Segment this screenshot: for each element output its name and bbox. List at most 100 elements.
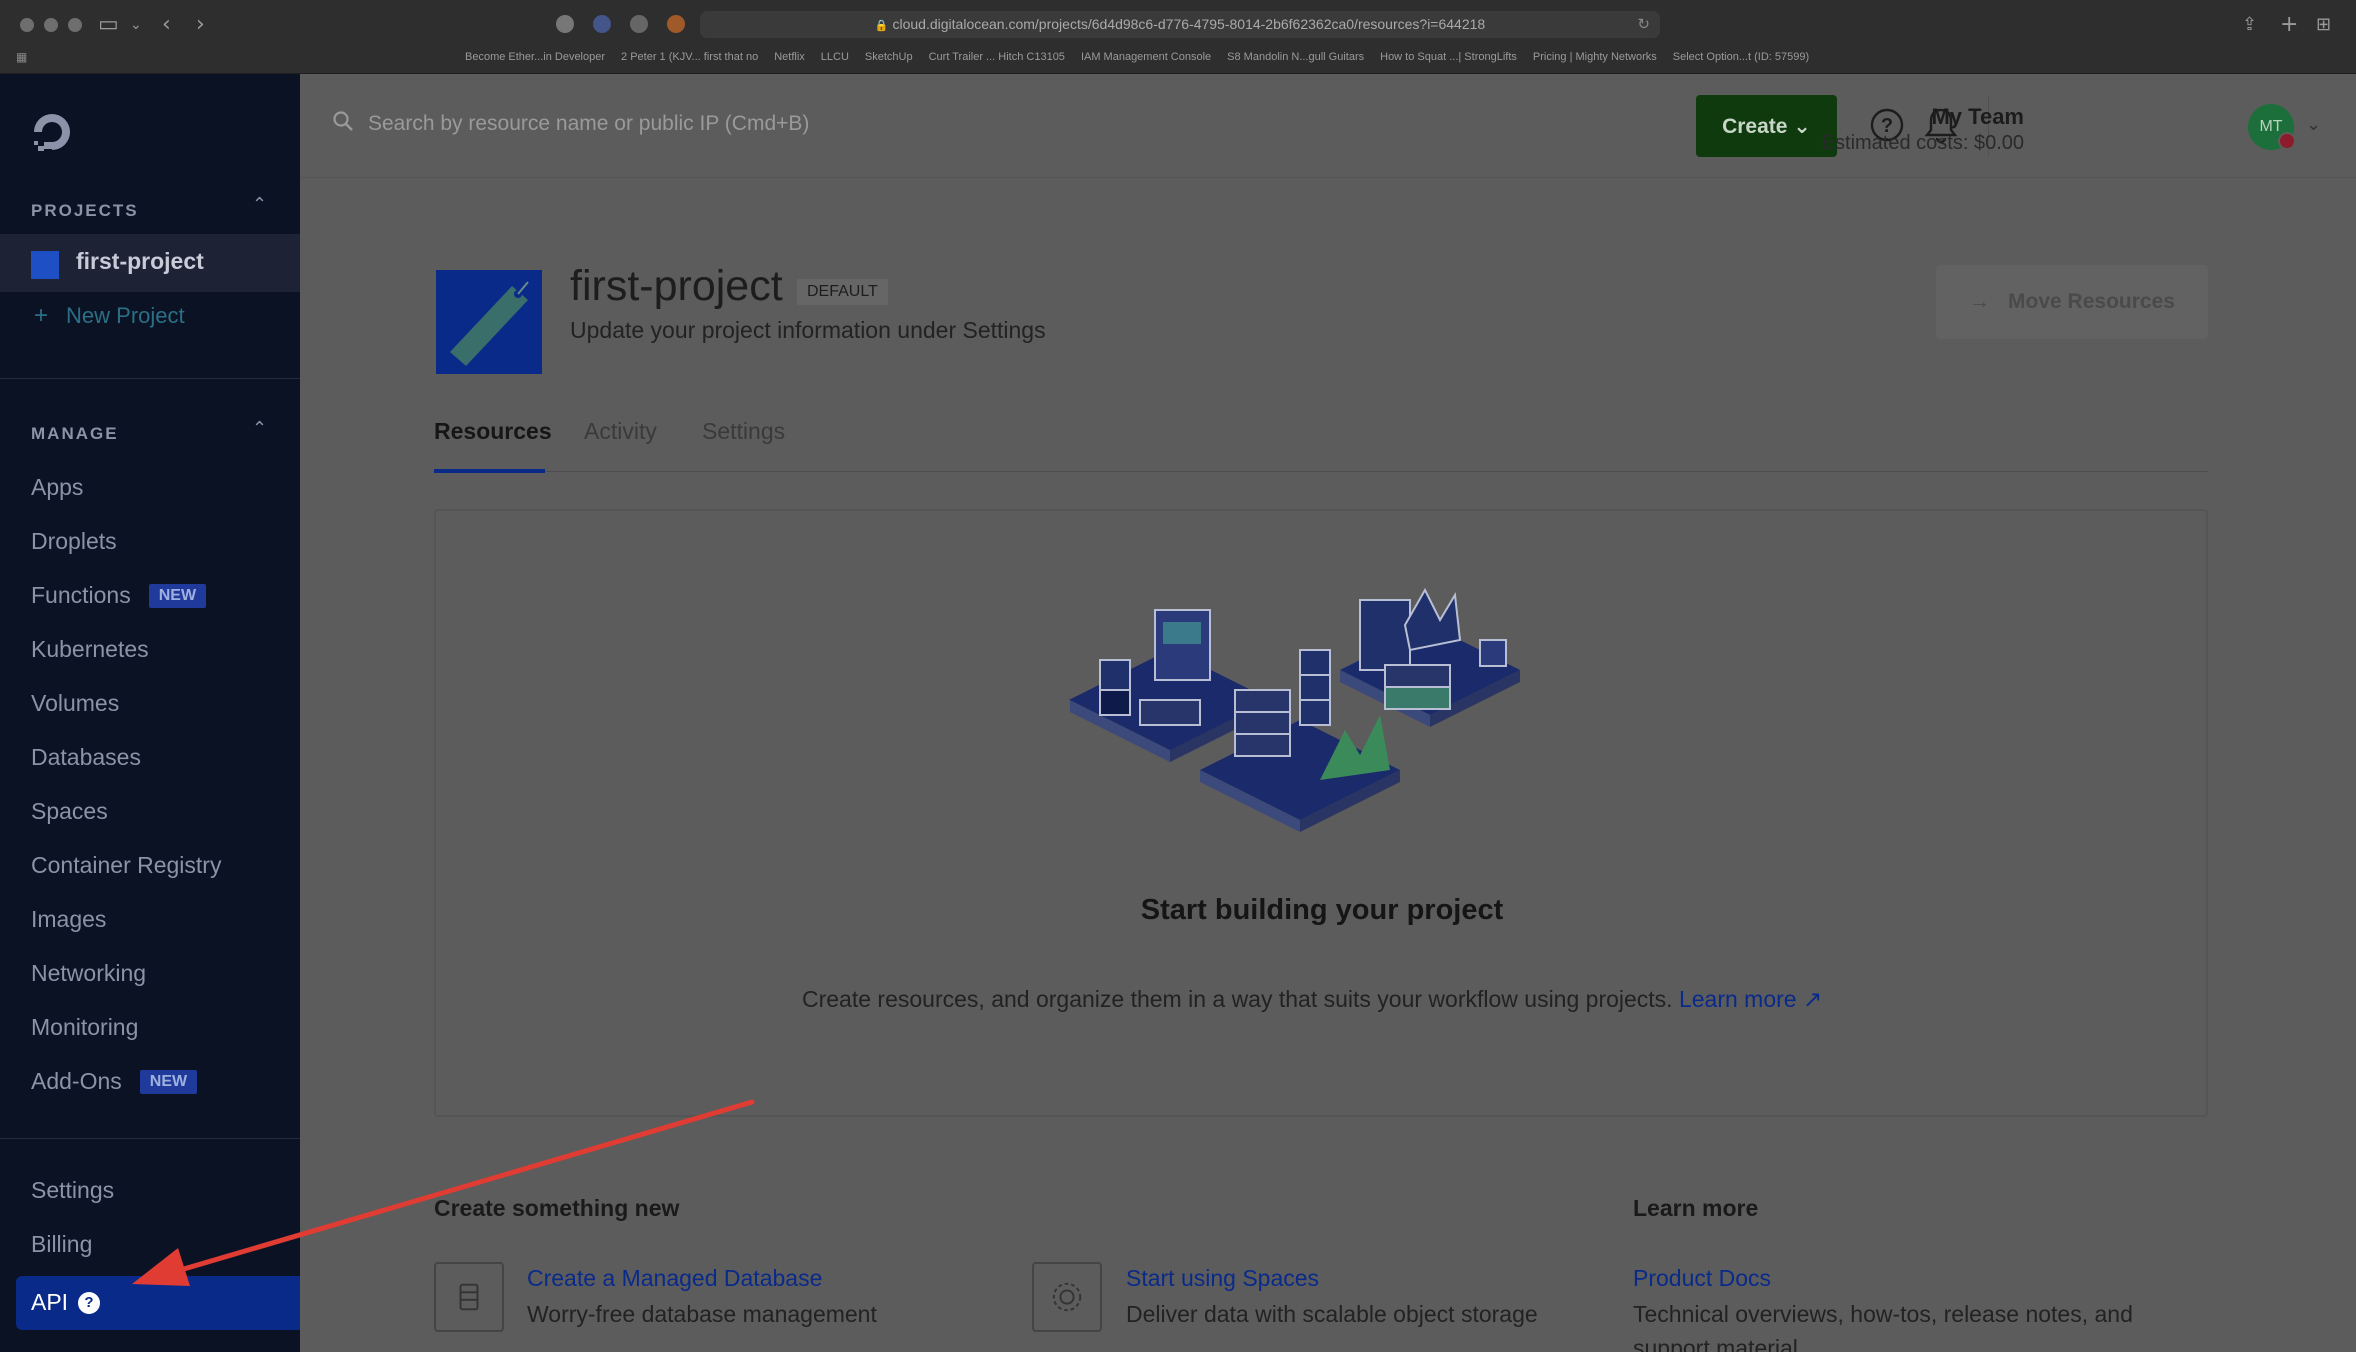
extension-icon[interactable] — [593, 15, 611, 33]
plus-icon: + — [34, 302, 49, 329]
empty-state-description: Create resources, and organize them in a… — [802, 986, 1822, 1013]
search-input[interactable]: Search by resource name or public IP (Cm… — [368, 112, 809, 136]
create-label: Create — [1722, 115, 1788, 138]
sidebar-toggle-icon[interactable]: ▭ — [98, 12, 119, 38]
bookmark-item[interactable]: Select Option...t (ID: 57599) — [1673, 51, 1809, 63]
url-text: cloud.digitalocean.com/projects/6d4d98c6… — [892, 16, 1486, 32]
projects-heading: PROJECTS — [31, 201, 139, 220]
digitalocean-logo[interactable] — [30, 110, 74, 154]
sidebar-item-label: Monitoring — [31, 1014, 139, 1040]
sidebar-item-apps[interactable]: Apps — [31, 474, 83, 501]
sidebar-divider — [0, 378, 300, 379]
sidebar-item-settings[interactable]: Settings — [31, 1177, 114, 1204]
address-bar[interactable]: 🔒 cloud.digitalocean.com/projects/6d4d98c… — [700, 11, 1660, 38]
sidebar-item-label: Volumes — [31, 690, 120, 716]
bookmark-item[interactable]: How to Squat ...| StrongLifts — [1380, 51, 1517, 63]
reload-icon[interactable]: ↻ — [1637, 11, 1650, 38]
sidebar-item-label: Kubernetes — [31, 636, 149, 662]
sidebar-item-container-registry[interactable]: Container Registry — [31, 852, 221, 879]
new-badge: NEW — [148, 584, 207, 608]
window-controls[interactable] — [20, 18, 82, 32]
sidebar-item-label: Spaces — [31, 798, 108, 824]
learn-section-heading: Learn more — [1633, 1195, 1759, 1221]
new-project-label: New Project — [66, 303, 185, 328]
sidebar-item-label: Container Registry — [31, 852, 222, 878]
sidebar-item-billing[interactable]: Billing — [31, 1231, 92, 1258]
start-spaces-description: Deliver data with scalable object storag… — [1126, 1301, 1538, 1327]
sidebar-item-kubernetes[interactable]: Kubernetes — [31, 636, 149, 663]
new-tab-icon[interactable]: + — [2280, 12, 2298, 38]
sidebar-item-label: Databases — [31, 744, 141, 770]
tab-resources[interactable]: Resources — [434, 418, 552, 445]
sidebar-item-label: Functions — [31, 582, 131, 608]
chevron-down-icon[interactable]: ⌄ — [130, 12, 142, 38]
extension-icon[interactable] — [667, 15, 685, 33]
bookmark-item[interactable]: IAM Management Console — [1081, 51, 1211, 63]
avatar-status-icon — [2278, 132, 2296, 150]
product-docs-description: Technical overviews, how-tos, release no… — [1633, 1301, 2133, 1327]
chevron-down-icon[interactable]: ⌄ — [2306, 114, 2321, 135]
sidebar-item-droplets[interactable]: Droplets — [31, 528, 117, 555]
spaces-icon — [1032, 1262, 1102, 1332]
tabs-divider — [434, 471, 2208, 472]
tab-activity[interactable]: Activity — [584, 418, 657, 445]
tab-settings[interactable]: Settings — [702, 418, 785, 445]
start-spaces-link[interactable]: Start using Spaces — [1126, 1265, 1319, 1292]
bookmarks-bar: Become Ether...in Developer 2 Peter 1 (KJ… — [465, 51, 1809, 63]
team-name[interactable]: My Team — [1931, 104, 2024, 130]
bookmark-item[interactable]: SketchUp — [865, 51, 913, 63]
page-subtitle: Update your project information under Se… — [570, 317, 1046, 343]
project-icon — [31, 251, 59, 279]
create-button[interactable]: Create ⌄ — [1696, 95, 1837, 157]
bookmark-item[interactable]: 2 Peter 1 (KJV... first that no — [621, 51, 758, 63]
chevron-down-icon: ⌄ — [1793, 114, 1811, 138]
sidebar-project-label: first-project — [76, 248, 204, 274]
annotation-arrow — [132, 1099, 755, 1286]
active-tab-indicator — [434, 469, 545, 473]
bookmark-item[interactable]: Curt Trailer ... Hitch C13105 — [929, 51, 1065, 63]
sidebar-item-spaces[interactable]: Spaces — [31, 798, 108, 825]
search-icon — [333, 111, 353, 131]
bookmark-item[interactable]: Become Ether...in Developer — [465, 51, 605, 63]
manage-heading: MANAGE — [31, 424, 119, 443]
chevron-up-icon[interactable]: ⌃ — [252, 194, 267, 215]
help-icon[interactable]: ? — [78, 1292, 100, 1314]
top-bar: Search by resource name or public IP (Cm… — [300, 74, 2356, 178]
project-tile-icon — [436, 270, 542, 374]
lock-icon: 🔒 — [874, 20, 889, 32]
bookmark-item[interactable]: S8 Mandolin N...gull Guitars — [1227, 51, 1364, 63]
sidebar-item-label: Apps — [31, 474, 84, 500]
sidebar-item-networking[interactable]: Networking — [31, 960, 146, 987]
sidebar-item-monitoring[interactable]: Monitoring — [31, 1014, 138, 1041]
sidebar-item-databases[interactable]: Databases — [31, 744, 141, 771]
forward-icon[interactable]: › — [196, 12, 205, 38]
arrow-right-icon: → — [1969, 290, 1991, 313]
move-resources-button[interactable]: → Move Resources — [1936, 265, 2208, 339]
tab-overview-icon[interactable]: ⊞ — [2316, 12, 2331, 38]
product-docs-link[interactable]: Product Docs — [1633, 1265, 1771, 1292]
sidebar-item-label: Droplets — [31, 528, 117, 554]
bookmark-item[interactable]: Netflix — [774, 51, 805, 63]
estimated-costs: Estimated costs: $0.00 — [1821, 132, 2024, 154]
sidebar-item-first-project[interactable]: first-project — [0, 234, 300, 292]
bookmarks-grid-icon[interactable]: ▦ — [16, 50, 27, 64]
learn-more-link[interactable]: Learn more ↗ — [1679, 986, 1822, 1012]
sidebar-item-label: Networking — [31, 960, 147, 986]
create-database-description: Worry-free database management — [527, 1301, 877, 1327]
share-icon[interactable]: ⇪ — [2242, 12, 2257, 38]
chevron-up-icon[interactable]: ⌃ — [252, 418, 267, 439]
new-project-link[interactable]: + New Project — [34, 302, 185, 330]
bookmark-item[interactable]: Pricing | Mighty Networks — [1533, 51, 1657, 63]
extension-icon[interactable] — [556, 15, 574, 33]
sidebar-item-label: Add-Ons — [31, 1068, 122, 1094]
empty-state-text: Create resources, and organize them in a… — [802, 986, 1673, 1012]
extension-icon[interactable] — [630, 15, 648, 33]
empty-state-title: Start building your project — [1140, 894, 1504, 926]
bookmark-item[interactable]: LLCU — [821, 51, 849, 63]
sidebar-item-functions[interactable]: Functions NEW — [31, 582, 207, 609]
project-illustration — [1068, 587, 1520, 832]
back-icon[interactable]: ‹ — [162, 12, 171, 38]
browser-chrome: ▭ ⌄ ‹ › 🔒 cloud.digitalocean.com/projects… — [0, 0, 2356, 74]
sidebar-item-volumes[interactable]: Volumes — [31, 690, 119, 717]
move-resources-label: Move Resources — [2008, 290, 2175, 313]
